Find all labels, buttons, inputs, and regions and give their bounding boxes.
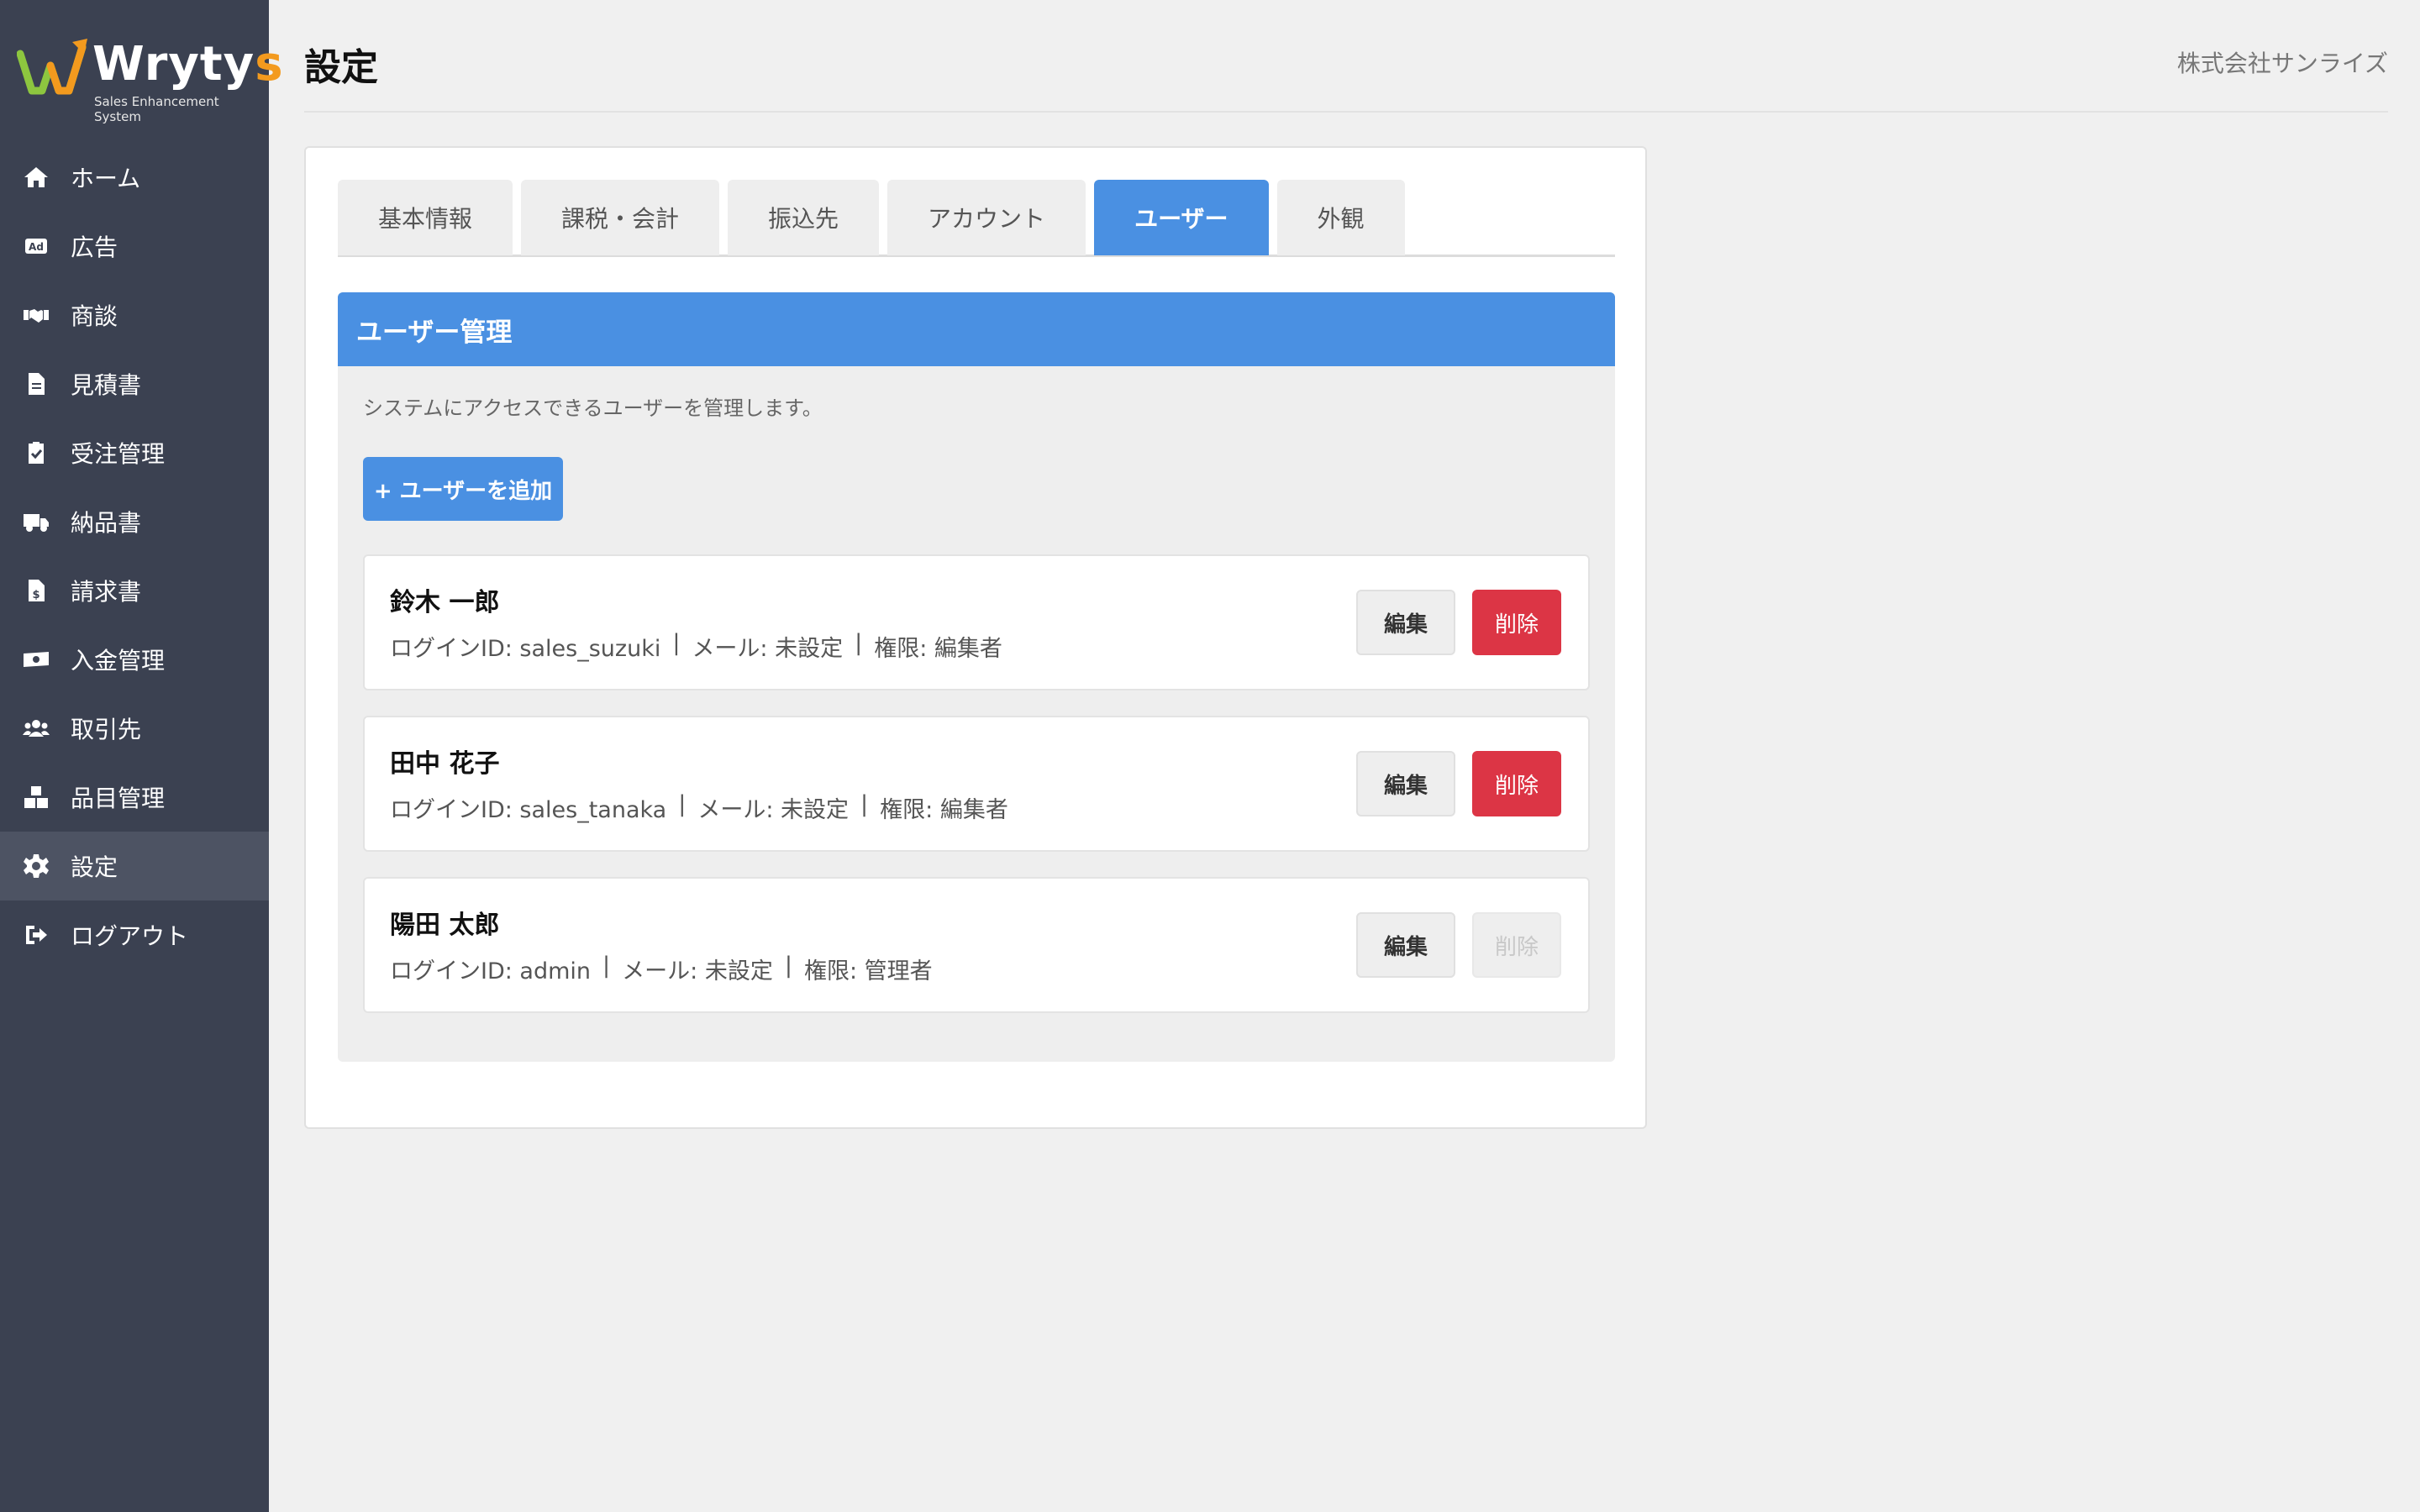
truck-icon [20, 506, 52, 538]
sidebar-item-clients[interactable]: 取引先 [0, 694, 269, 763]
delete-user-button[interactable]: 削除 [1472, 590, 1561, 655]
user-login-id: ログインID: sales_suzuki [390, 636, 661, 662]
list-item: 鈴木 一郎 ログインID: sales_suzuki | メール: 未設定 | … [363, 554, 1590, 690]
list-item: 陽田 太郎 ログインID: admin | メール: 未設定 | 権限: 管理者… [363, 877, 1590, 1013]
tab-users[interactable]: ユーザー [1094, 180, 1269, 255]
sidebar-nav: ホーム Ad 広告 商談 見積書 受注管理 納品書 $ 請求書 入金管理 取引先… [0, 143, 269, 969]
add-user-button[interactable]: + ユーザーを追加 [363, 457, 563, 521]
boxes-icon [20, 781, 52, 813]
sidebar-item-label: 見積書 [71, 371, 142, 399]
header-divider [304, 111, 2388, 113]
tab-basic-info[interactable]: 基本情報 [338, 180, 513, 255]
sidebar-item-orders[interactable]: 受注管理 [0, 418, 269, 487]
sidebar-item-label: 取引先 [71, 716, 142, 743]
sidebar-item-label: 設定 [71, 853, 118, 881]
company-name: 株式会社サンライズ [2176, 50, 2388, 77]
user-email: メール: 未設定 [692, 636, 844, 662]
home-icon [20, 161, 52, 193]
sidebar-item-quote[interactable]: 見積書 [0, 349, 269, 418]
user-details: ログインID: admin | メール: 未設定 | 権限: 管理者 [390, 953, 933, 985]
user-details: ログインID: sales_tanaka | メール: 未設定 | 権限: 編集… [390, 791, 1008, 824]
sidebar-item-label: 請求書 [71, 578, 142, 606]
user-name: 鈴木 一郎 [390, 588, 500, 617]
settings-tabs: 基本情報 課税・会計 振込先 アカウント ユーザー 外観 [338, 180, 1615, 257]
sidebar-item-settings[interactable]: 設定 [0, 832, 269, 900]
sidebar-item-delivery[interactable]: 納品書 [0, 487, 269, 556]
separator: | [784, 953, 792, 979]
sidebar-item-invoice[interactable]: $ 請求書 [0, 556, 269, 625]
separator: | [855, 630, 863, 656]
tab-account[interactable]: アカウント [887, 180, 1086, 255]
page-title: 設定 [304, 46, 378, 89]
user-login-id: ログインID: admin [390, 958, 592, 984]
tab-bank-transfer[interactable]: 振込先 [728, 180, 880, 255]
gear-icon [20, 850, 52, 882]
user-login-id: ログインID: sales_tanaka [390, 797, 667, 823]
user-name: 田中 花子 [390, 749, 500, 779]
brand-tagline: Sales Enhancement System [94, 94, 219, 124]
edit-user-button[interactable]: 編集 [1356, 751, 1455, 816]
handshake-icon [20, 299, 52, 331]
panel-title: ユーザー管理 [338, 292, 1615, 366]
user-email: メール: 未設定 [697, 797, 850, 823]
user-role: 権限: 編集者 [880, 797, 1008, 823]
sidebar-item-label: 広告 [71, 234, 118, 261]
sidebar-item-label: ログアウト [71, 922, 189, 950]
panel-description: システムにアクセスできるユーザーを管理します。 [363, 396, 823, 420]
document-icon [20, 368, 52, 400]
settings-card: 基本情報 課税・会計 振込先 アカウント ユーザー 外観 ユーザー管理 システム… [304, 146, 1647, 1129]
money-icon [20, 643, 52, 675]
sidebar-item-label: 入金管理 [71, 647, 166, 675]
edit-user-button[interactable]: 編集 [1356, 912, 1455, 978]
user-role: 権限: 編集者 [874, 636, 1002, 662]
sidebar-item-items[interactable]: 品目管理 [0, 763, 269, 832]
tab-tax-accounting[interactable]: 課税・会計 [521, 180, 720, 255]
separator: | [678, 791, 687, 817]
sidebar-item-label: 納品書 [71, 509, 142, 537]
delete-user-button[interactable]: 削除 [1472, 751, 1561, 816]
app-logo[interactable]: Wrytys Sales Enhancement System [17, 34, 283, 124]
svg-text:Ad: Ad [29, 241, 44, 253]
sidebar: Wrytys Sales Enhancement System ホーム Ad 広… [0, 0, 283, 1512]
sidebar-item-negotiation[interactable]: 商談 [0, 281, 269, 349]
separator: | [672, 630, 681, 656]
sidebar-item-logout[interactable]: ログアウト [0, 900, 269, 969]
separator: | [860, 791, 869, 817]
tab-appearance[interactable]: 外観 [1276, 180, 1405, 255]
ad-icon: Ad [20, 230, 52, 262]
users-icon [20, 712, 52, 744]
delete-user-button: 削除 [1472, 912, 1561, 978]
separator: | [602, 953, 611, 979]
sidebar-item-home[interactable]: ホーム [0, 143, 269, 212]
user-role: 権限: 管理者 [803, 958, 933, 984]
user-email: メール: 未設定 [622, 958, 773, 984]
edit-user-button[interactable]: 編集 [1356, 590, 1455, 655]
user-name: 陽田 太郎 [390, 911, 500, 940]
clipboard-check-icon [20, 437, 52, 469]
user-list: 鈴木 一郎 ログインID: sales_suzuki | メール: 未設定 | … [363, 554, 1590, 1038]
sidebar-item-label: 商談 [71, 302, 118, 330]
user-management-panel: ユーザー管理 システムにアクセスできるユーザーを管理します。 + ユーザーを追加… [338, 292, 1615, 1062]
list-item: 田中 花子 ログインID: sales_tanaka | メール: 未設定 | … [363, 716, 1590, 852]
svg-text:$: $ [32, 589, 39, 601]
brand-name: Wrytys [92, 37, 284, 92]
sidebar-item-label: 受注管理 [71, 440, 166, 468]
sidebar-item-payments[interactable]: 入金管理 [0, 625, 269, 694]
sidebar-item-label: ホーム [71, 165, 141, 192]
sidebar-item-ads[interactable]: Ad 広告 [0, 212, 269, 281]
logout-icon [20, 919, 52, 951]
logo-mark-icon [17, 39, 87, 95]
sidebar-item-label: 品目管理 [71, 785, 166, 812]
invoice-icon: $ [20, 575, 52, 606]
user-details: ログインID: sales_suzuki | メール: 未設定 | 権限: 編集… [390, 630, 1002, 663]
